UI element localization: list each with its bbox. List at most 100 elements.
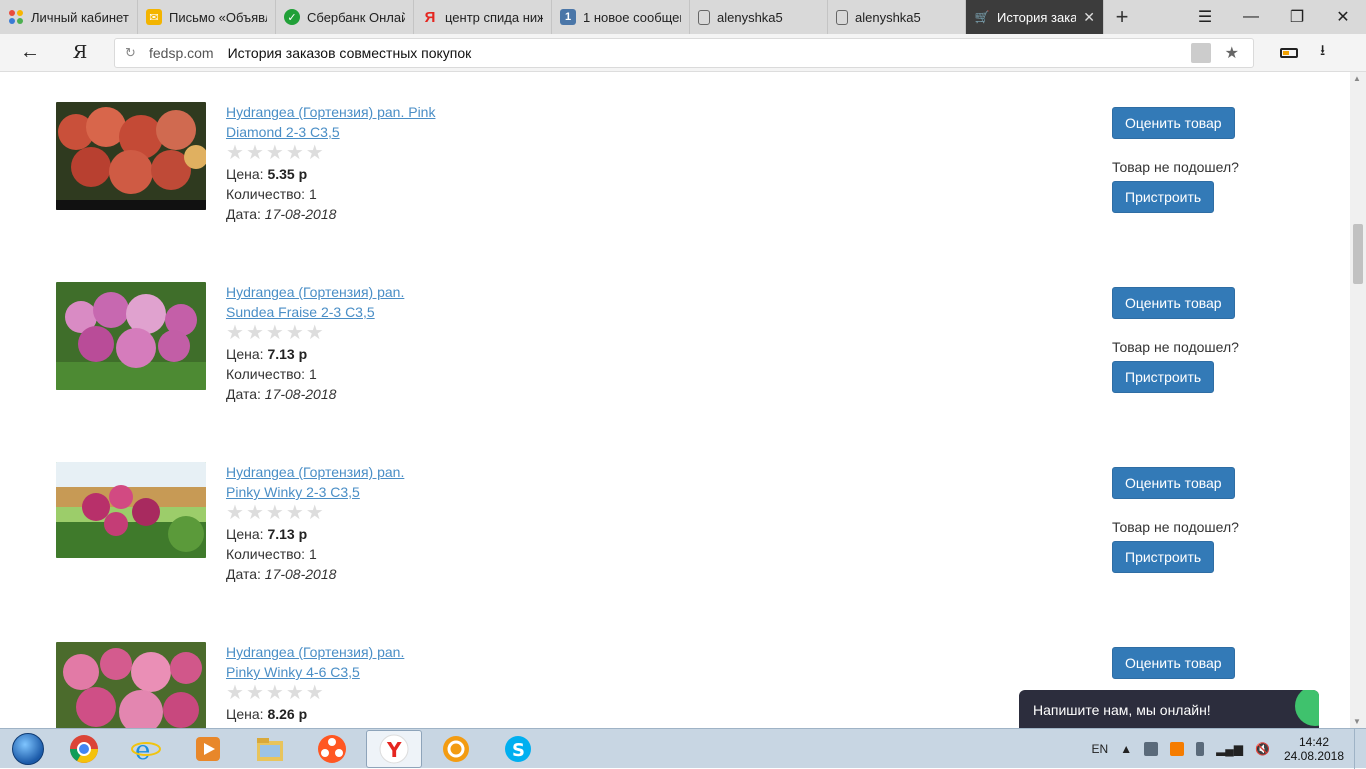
orange-app-icon bbox=[318, 734, 346, 763]
star-icon: ★ bbox=[265, 142, 284, 164]
close-icon[interactable]: ✕ bbox=[1083, 9, 1095, 26]
chat-text: Напишите нам, мы онлайн! bbox=[1033, 702, 1211, 718]
new-tab-button[interactable]: + bbox=[1104, 0, 1140, 34]
taskbar: e Y S EN ▲ ▂▄▆ 🔇 14:42 24.08.2018 bbox=[0, 728, 1366, 769]
price-line: Цена: 5.35 р bbox=[226, 166, 308, 182]
window-controls: ☰ — ❐ ✕ bbox=[1182, 0, 1366, 34]
product-image[interactable] bbox=[56, 642, 206, 728]
rate-button[interactable]: Оценить товар bbox=[1112, 467, 1235, 499]
star-icon: ★ bbox=[285, 502, 304, 524]
taskbar-yandex-browser[interactable]: Y bbox=[366, 729, 422, 768]
star-icon: ★ bbox=[285, 322, 304, 344]
language-indicator[interactable]: EN bbox=[1092, 742, 1109, 756]
rating-stars[interactable]: ★ ★ ★ ★ ★ bbox=[226, 502, 466, 524]
wheel-app-icon bbox=[443, 735, 469, 762]
vk-icon: 1 bbox=[560, 9, 576, 25]
not-fit-label: Товар не подошел? bbox=[1112, 159, 1239, 175]
restore-icon[interactable]: ❐ bbox=[1274, 7, 1320, 27]
star-icon: ★ bbox=[226, 142, 244, 164]
battery-icon[interactable] bbox=[1280, 47, 1298, 58]
yandex-browser-icon: Y bbox=[379, 734, 409, 763]
tab-0[interactable]: Личный кабинет bbox=[0, 0, 138, 34]
scrollbar-thumb[interactable] bbox=[1353, 224, 1363, 284]
product-image[interactable] bbox=[56, 282, 206, 390]
taskbar-chrome[interactable] bbox=[56, 730, 112, 768]
taskbar-skype[interactable]: S bbox=[490, 730, 546, 768]
tab-1[interactable]: ✉ Письмо «Объявл bbox=[138, 0, 276, 34]
document-icon bbox=[698, 9, 710, 25]
clock[interactable]: 14:42 24.08.2018 bbox=[1282, 735, 1346, 763]
quantity-line: Количество: 1 bbox=[226, 366, 317, 382]
attach-button[interactable]: Пристроить bbox=[1112, 361, 1215, 393]
order-info: Hydrangea (Гортензия) pan. Pinky Winky 2-… bbox=[226, 462, 466, 584]
download-icon[interactable]: ⭳ bbox=[1320, 40, 1325, 65]
attach-button[interactable]: Пристроить bbox=[1112, 541, 1215, 573]
star-icon: ★ bbox=[285, 682, 304, 704]
close-window-icon[interactable]: ✕ bbox=[1320, 7, 1366, 27]
tab-3[interactable]: Я центр спида ниж bbox=[414, 0, 552, 34]
star-icon: ★ bbox=[245, 502, 264, 524]
volume-icon[interactable]: 🔇 bbox=[1255, 742, 1270, 756]
tab-6[interactable]: alenyshka5 bbox=[828, 0, 966, 34]
tab-7-active[interactable]: 🛒 История заказ ✕ bbox=[966, 0, 1104, 34]
taskbar-ie[interactable]: e bbox=[118, 730, 174, 768]
page-scrollbar[interactable]: ▲ ▼ bbox=[1350, 72, 1366, 728]
quantity-line: Количество: 1 bbox=[226, 186, 317, 202]
reload-icon[interactable]: ↻ bbox=[125, 45, 145, 61]
rate-button[interactable]: Оценить товар bbox=[1112, 647, 1235, 679]
signal-icon[interactable]: ▂▄▆ bbox=[1216, 742, 1243, 756]
star-icon: ★ bbox=[265, 682, 284, 704]
rate-button[interactable]: Оценить товар bbox=[1112, 287, 1235, 319]
tray-battery-icon[interactable] bbox=[1196, 741, 1205, 756]
tab-2[interactable]: ✓ Сбербанк Онлайн bbox=[276, 0, 414, 34]
taskbar-explorer[interactable] bbox=[242, 730, 298, 768]
rating-stars[interactable]: ★ ★ ★ ★ ★ bbox=[226, 142, 466, 164]
back-arrow-icon[interactable]: ← bbox=[0, 41, 60, 64]
attach-button[interactable]: Пристроить bbox=[1112, 181, 1215, 213]
product-link[interactable]: Hydrangea (Гортензия) pan. Pink Diamond 2… bbox=[226, 104, 435, 140]
scroll-up-icon[interactable]: ▲ bbox=[1353, 74, 1361, 83]
minimize-icon[interactable]: — bbox=[1228, 8, 1274, 26]
product-link[interactable]: Hydrangea (Гортензия) pan. Sundea Fraise … bbox=[226, 284, 404, 320]
rate-button[interactable]: Оценить товар bbox=[1112, 107, 1235, 139]
media-player-icon bbox=[196, 736, 220, 761]
yandex-logo-icon[interactable]: Я bbox=[60, 42, 100, 63]
order-actions: Оценить товар bbox=[1112, 647, 1262, 679]
scroll-down-icon[interactable]: ▼ bbox=[1353, 717, 1361, 726]
order-info: Hydrangea (Гортензия) pan. Pink Diamond 2… bbox=[226, 102, 466, 224]
rating-stars[interactable]: ★ ★ ★ ★ ★ bbox=[226, 682, 466, 704]
online-indicator-icon bbox=[1295, 690, 1319, 726]
url-field[interactable]: ↻ fedsp.com История заказов совместных п… bbox=[114, 37, 1254, 68]
menu-icon[interactable]: ☰ bbox=[1182, 7, 1228, 27]
taskbar-media[interactable] bbox=[180, 730, 236, 768]
chrome-icon bbox=[70, 734, 98, 763]
tab-5[interactable]: alenyshka5 bbox=[690, 0, 828, 34]
tray-app-icon[interactable] bbox=[1144, 741, 1159, 756]
tray-expand-icon[interactable]: ▲ bbox=[1120, 742, 1132, 756]
bookmark-star-icon[interactable]: ★ bbox=[1225, 43, 1239, 63]
product-image[interactable] bbox=[56, 462, 206, 558]
product-link[interactable]: Hydrangea (Гортензия) pan. Pinky Winky 4-… bbox=[226, 644, 404, 680]
taskbar-app-wheel[interactable] bbox=[428, 730, 484, 768]
date-line: Дата: 17-08-2018 bbox=[226, 206, 337, 222]
star-icon: ★ bbox=[245, 682, 264, 704]
chat-widget[interactable]: Напишите нам, мы онлайн! bbox=[1019, 690, 1319, 730]
rating-stars[interactable]: ★ ★ ★ ★ ★ bbox=[226, 322, 466, 344]
star-icon: ★ bbox=[265, 502, 284, 524]
page-content: Hydrangea (Гортензия) pan. Pink Diamond 2… bbox=[0, 72, 1350, 728]
not-fit-label: Товар не подошел? bbox=[1112, 339, 1239, 355]
tray-avast-icon[interactable] bbox=[1170, 741, 1185, 756]
tab-4[interactable]: 1 1 новое сообщен bbox=[552, 0, 690, 34]
url-page-title: История заказов совместных покупок bbox=[227, 44, 472, 61]
start-button[interactable] bbox=[0, 729, 56, 769]
product-image[interactable] bbox=[56, 102, 206, 210]
show-desktop-button[interactable] bbox=[1354, 728, 1366, 769]
internet-explorer-icon: e bbox=[131, 736, 161, 764]
product-link[interactable]: Hydrangea (Гортензия) pan. Pinky Winky 2-… bbox=[226, 464, 404, 500]
svg-text:e: e bbox=[135, 736, 150, 764]
order-actions: Оценить товар Товар не подошел? Пристрои… bbox=[1112, 107, 1262, 213]
extension-icon[interactable] bbox=[1190, 42, 1211, 63]
taskbar-app-orange[interactable] bbox=[304, 730, 360, 768]
star-icon: ★ bbox=[245, 322, 264, 344]
order-item: Hydrangea (Гортензия) pan. Pink Diamond 2… bbox=[56, 102, 1256, 252]
